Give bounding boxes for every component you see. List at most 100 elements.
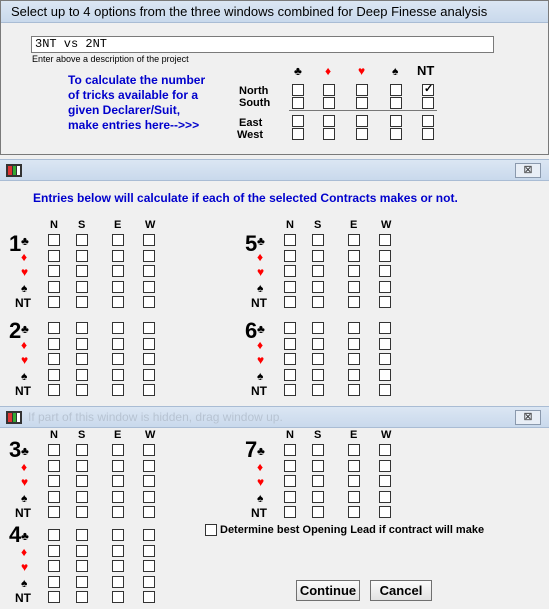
make-checkbox-3-0-3[interactable]: [143, 444, 155, 456]
make-checkbox-2-1-3[interactable]: [143, 337, 155, 350]
make-checkbox-4-0-1[interactable]: [76, 529, 88, 541]
trick-checkbox-west-2[interactable]: [356, 128, 368, 140]
make-checkbox-5-0-3[interactable]: [379, 234, 391, 246]
make-checkbox-2-1-1[interactable]: [76, 337, 88, 350]
opening-lead-checkbox[interactable]: [205, 524, 217, 536]
make-checkbox-5-3-2[interactable]: [348, 280, 360, 293]
make-checkbox-7-4-1[interactable]: [312, 506, 324, 518]
make-checkbox-1-4-1[interactable]: [76, 296, 88, 308]
make-checkbox-2-2-2[interactable]: [112, 353, 124, 365]
make-checkbox-3-4-0[interactable]: [48, 506, 60, 518]
make-checkbox-4-2-0[interactable]: [48, 560, 60, 572]
make-checkbox-7-0-2[interactable]: [348, 444, 360, 456]
make-checkbox-1-0-2[interactable]: [112, 234, 124, 246]
cancel-button[interactable]: Cancel: [370, 580, 432, 601]
trick-checkbox-east-3[interactable]: [390, 115, 402, 127]
make-checkbox-7-3-1[interactable]: [312, 490, 324, 503]
make-checkbox-6-4-3[interactable]: [379, 384, 391, 396]
make-checkbox-6-0-2[interactable]: [348, 322, 360, 334]
close-icon[interactable]: ⊠: [515, 163, 541, 178]
make-checkbox-5-1-2[interactable]: [348, 249, 360, 262]
make-checkbox-3-4-1[interactable]: [76, 506, 88, 518]
trick-checkbox-south-0[interactable]: [292, 97, 304, 109]
make-checkbox-2-0-1[interactable]: [76, 322, 88, 334]
trick-checkbox-north-3[interactable]: [390, 84, 402, 96]
make-checkbox-2-4-0[interactable]: [48, 384, 60, 396]
make-checkbox-6-2-0[interactable]: [284, 353, 296, 365]
trick-checkbox-north-0[interactable]: [292, 84, 304, 96]
make-checkbox-1-4-0[interactable]: [48, 296, 60, 308]
make-checkbox-3-2-1[interactable]: [76, 475, 88, 487]
make-checkbox-7-0-3[interactable]: [379, 444, 391, 456]
make-checkbox-1-2-3[interactable]: [143, 265, 155, 277]
make-checkbox-7-0-1[interactable]: [312, 444, 324, 456]
continue-button[interactable]: Continue: [296, 580, 360, 601]
make-checkbox-6-4-0[interactable]: [284, 384, 296, 396]
make-checkbox-7-1-1[interactable]: [312, 459, 324, 472]
make-checkbox-1-1-1[interactable]: [76, 249, 88, 262]
make-checkbox-7-3-2[interactable]: [348, 490, 360, 503]
make-checkbox-5-3-1[interactable]: [312, 280, 324, 293]
make-checkbox-4-2-2[interactable]: [112, 560, 124, 572]
make-checkbox-2-3-3[interactable]: [143, 368, 155, 381]
make-checkbox-5-4-0[interactable]: [284, 296, 296, 308]
make-checkbox-4-3-3[interactable]: [143, 575, 155, 588]
make-checkbox-2-4-3[interactable]: [143, 384, 155, 396]
make-checkbox-3-2-3[interactable]: [143, 475, 155, 487]
trick-checkbox-north-1[interactable]: [323, 84, 335, 96]
make-checkbox-7-2-3[interactable]: [379, 475, 391, 487]
make-checkbox-7-0-0[interactable]: [284, 444, 296, 456]
make-checkbox-3-3-2[interactable]: [112, 490, 124, 503]
make-checkbox-6-1-2[interactable]: [348, 337, 360, 350]
make-checkbox-7-1-2[interactable]: [348, 459, 360, 472]
make-checkbox-5-1-3[interactable]: [379, 249, 391, 262]
make-checkbox-4-1-0[interactable]: [48, 544, 60, 557]
make-checkbox-5-2-1[interactable]: [312, 265, 324, 277]
make-checkbox-1-3-2[interactable]: [112, 280, 124, 293]
make-checkbox-1-1-0[interactable]: [48, 249, 60, 262]
make-checkbox-1-1-3[interactable]: [143, 249, 155, 262]
make-checkbox-5-2-0[interactable]: [284, 265, 296, 277]
make-checkbox-2-2-0[interactable]: [48, 353, 60, 365]
trick-checkbox-east-0[interactable]: [292, 115, 304, 127]
trick-checkbox-west-4[interactable]: [422, 128, 434, 140]
make-checkbox-1-4-2[interactable]: [112, 296, 124, 308]
make-checkbox-4-1-2[interactable]: [112, 544, 124, 557]
make-checkbox-5-4-1[interactable]: [312, 296, 324, 308]
make-checkbox-2-0-2[interactable]: [112, 322, 124, 334]
make-checkbox-3-3-3[interactable]: [143, 490, 155, 503]
trick-checkbox-north-2[interactable]: [356, 84, 368, 96]
make-checkbox-2-3-2[interactable]: [112, 368, 124, 381]
make-checkbox-3-1-3[interactable]: [143, 459, 155, 472]
make-checkbox-2-4-2[interactable]: [112, 384, 124, 396]
make-checkbox-5-1-0[interactable]: [284, 249, 296, 262]
make-checkbox-3-1-1[interactable]: [76, 459, 88, 472]
make-checkbox-2-1-2[interactable]: [112, 337, 124, 350]
make-checkbox-2-0-3[interactable]: [143, 322, 155, 334]
make-checkbox-3-0-0[interactable]: [48, 444, 60, 456]
make-checkbox-3-0-1[interactable]: [76, 444, 88, 456]
make-checkbox-6-0-3[interactable]: [379, 322, 391, 334]
make-checkbox-7-1-0[interactable]: [284, 459, 296, 472]
make-checkbox-4-4-3[interactable]: [143, 591, 155, 603]
make-checkbox-7-4-2[interactable]: [348, 506, 360, 518]
make-checkbox-3-4-3[interactable]: [143, 506, 155, 518]
make-checkbox-4-4-2[interactable]: [112, 591, 124, 603]
make-checkbox-6-1-1[interactable]: [312, 337, 324, 350]
trick-checkbox-south-3[interactable]: [390, 97, 402, 109]
make-checkbox-3-1-2[interactable]: [112, 459, 124, 472]
trick-checkbox-east-1[interactable]: [323, 115, 335, 127]
make-checkbox-5-2-2[interactable]: [348, 265, 360, 277]
make-checkbox-6-3-0[interactable]: [284, 368, 296, 381]
make-checkbox-5-4-3[interactable]: [379, 296, 391, 308]
make-checkbox-6-2-3[interactable]: [379, 353, 391, 365]
make-checkbox-7-2-1[interactable]: [312, 475, 324, 487]
trick-checkbox-east-4[interactable]: [422, 115, 434, 127]
trick-checkbox-north-4[interactable]: [422, 82, 434, 96]
make-checkbox-1-4-3[interactable]: [143, 296, 155, 308]
make-checkbox-1-0-1[interactable]: [76, 234, 88, 246]
make-checkbox-1-3-1[interactable]: [76, 280, 88, 293]
make-checkbox-5-0-1[interactable]: [312, 234, 324, 246]
make-checkbox-4-3-2[interactable]: [112, 575, 124, 588]
make-checkbox-2-1-0[interactable]: [48, 337, 60, 350]
